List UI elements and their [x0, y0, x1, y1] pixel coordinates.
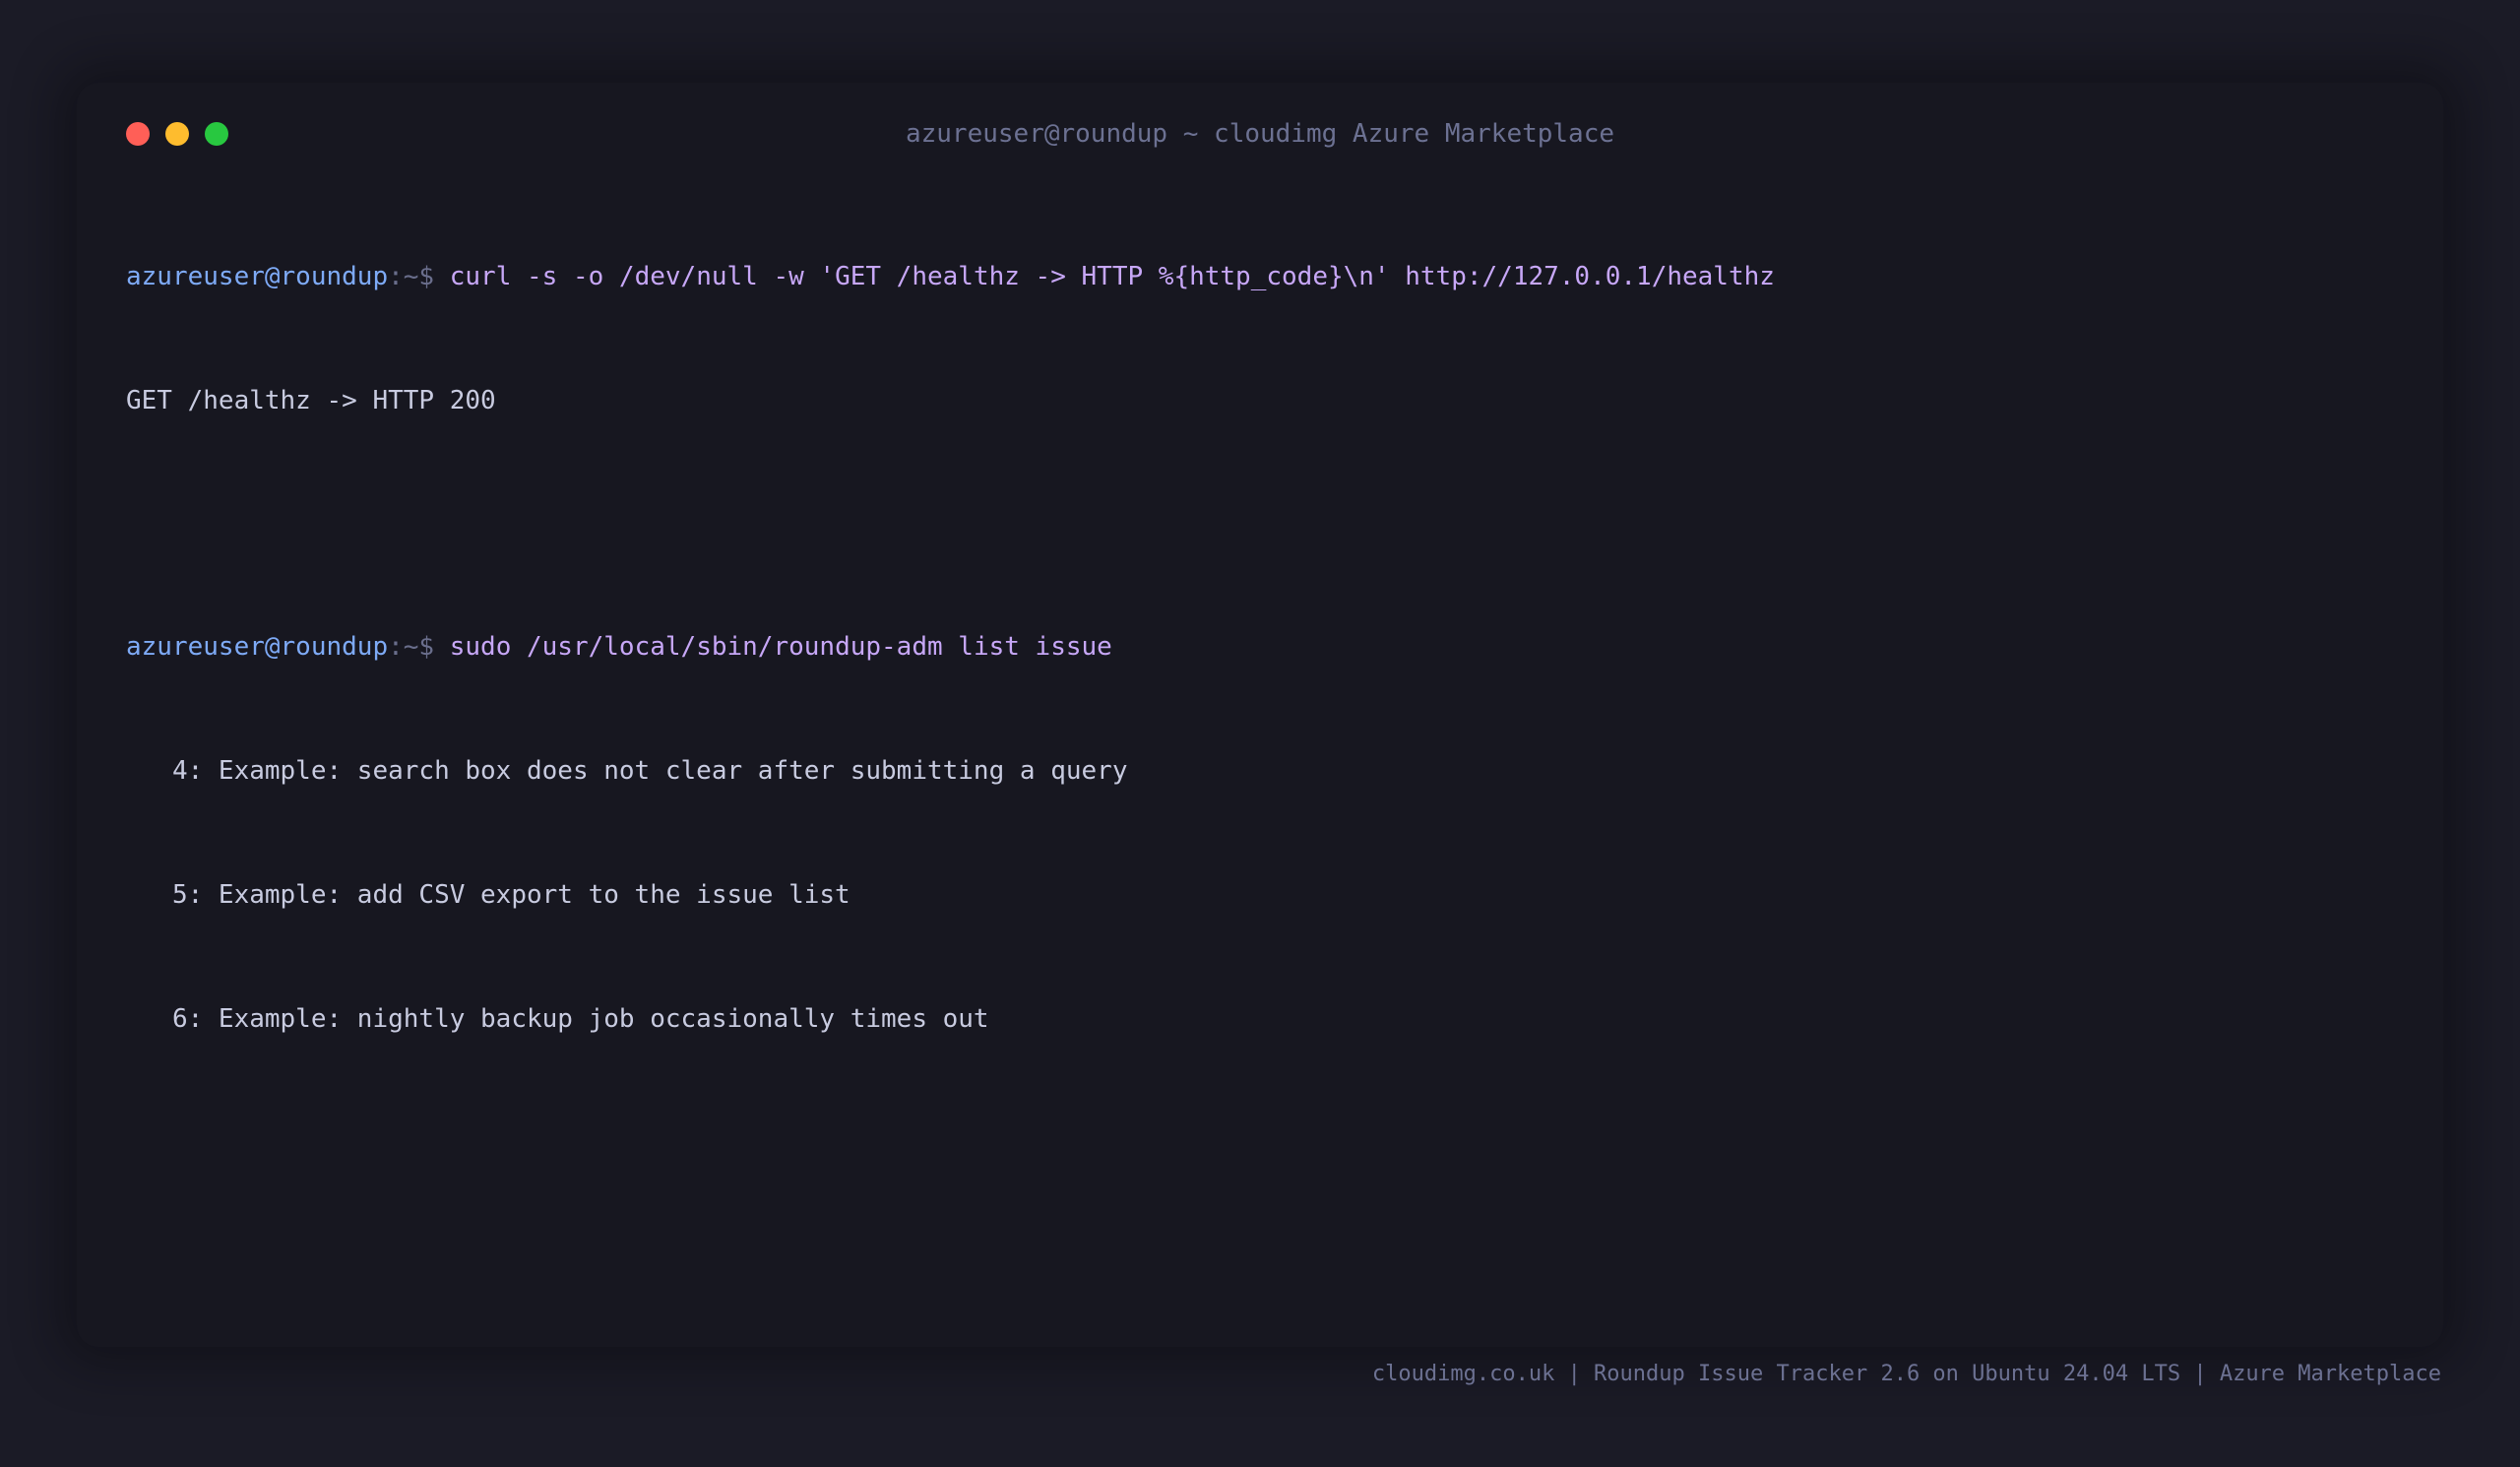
- prompt-user: azureuser@roundup: [126, 262, 389, 291]
- command-line: azureuser@roundup:~$ sudo /usr/local/sbi…: [126, 626, 2394, 668]
- window-title: azureuser@roundup ~ cloudimg Azure Marke…: [905, 119, 1615, 149]
- prompt-user: azureuser@roundup: [126, 632, 389, 662]
- output-line: 5: Example: add CSV export to the issue …: [126, 880, 850, 910]
- output-line: 4: Example: search box does not clear af…: [126, 756, 1128, 786]
- prompt-separator: :~$: [388, 262, 435, 291]
- footer-caption: cloudimg.co.uk | Roundup Issue Tracker 2…: [1371, 1362, 2441, 1386]
- command-text: curl -s -o /dev/null -w 'GET /healthz ->…: [449, 262, 1775, 291]
- prompt-separator: :~$: [388, 632, 435, 662]
- command-text: sudo /usr/local/sbin/roundup-adm list is…: [449, 632, 1112, 662]
- command-line: azureuser@roundup:~$ curl -s -o /dev/nul…: [126, 256, 2394, 297]
- terminal-window[interactable]: azureuser@roundup ~ cloudimg Azure Marke…: [77, 83, 2443, 1347]
- output-line: GET /healthz -> HTTP 200: [126, 386, 496, 415]
- title-bar: azureuser@roundup ~ cloudimg Azure Marke…: [77, 83, 2443, 181]
- terminal-output[interactable]: azureuser@roundup:~$ curl -s -o /dev/nul…: [126, 173, 2394, 1122]
- output-line: 6: Example: nightly backup job occasiona…: [126, 1004, 989, 1034]
